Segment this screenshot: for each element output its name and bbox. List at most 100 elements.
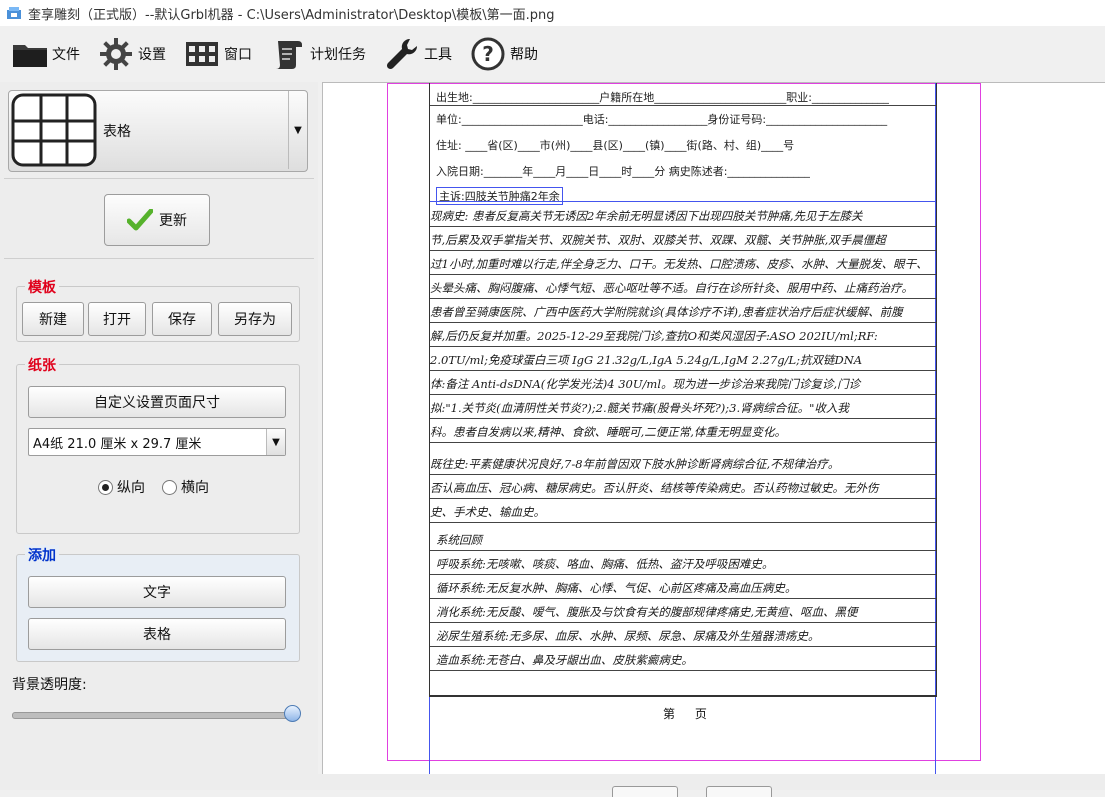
menu-tools[interactable]: 工具 [382, 34, 452, 74]
divider [430, 322, 936, 323]
landscape-label: 横向 [181, 480, 209, 496]
divider [4, 178, 314, 179]
window-icon [182, 36, 222, 72]
add-text-label: 文字 [143, 585, 171, 601]
handwritten-line: 节,后累及双手掌指关节、双腕关节、双肘、双膝关节、双踝、双髋、关节肿胀,双手晨僵… [430, 233, 886, 247]
add-table-button[interactable]: 表格 [28, 618, 286, 650]
divider [430, 105, 936, 106]
opacity-slider-thumb[interactable] [284, 705, 301, 722]
update-button-label: 更新 [159, 213, 187, 229]
menu-help[interactable]: ? 帮助 [468, 34, 538, 74]
add-text-button[interactable]: 文字 [28, 576, 286, 608]
portrait-radio[interactable]: 纵向 [98, 477, 145, 497]
divider [430, 394, 936, 395]
handwritten-line: 现病史: 患者反复高关节无诱因2年余前无明显诱因下出现四肢关节肿痛,先见于左膝关 [430, 209, 863, 223]
handwritten-line: 史、手术史、输血史。 [430, 505, 545, 519]
add-table-label: 表格 [143, 627, 171, 643]
title-bar: 奎享雕刻（正式版）--默认Grbl机器 - C:\Users\Administr… [0, 0, 1105, 26]
status-button-2[interactable] [706, 786, 772, 797]
opacity-label: 背景透明度: [12, 677, 87, 693]
paper-group-title: 纸张 [25, 355, 59, 375]
divider [430, 574, 936, 575]
divider [430, 346, 936, 347]
handwritten-line: 呼吸系统:无咳嗽、咳痰、咯血、胸痛、低热、盗汗及呼吸困难史。 [436, 557, 774, 571]
handwritten-line: 患者曾至骑康医院、广西中医药大学附院就诊(具体诊疗不详),患者症状治疗后症状缓解… [430, 305, 903, 319]
save-button-label: 保存 [168, 312, 196, 328]
divider [430, 250, 936, 251]
divider [430, 622, 936, 623]
save-as-button[interactable]: 另存为 [218, 302, 292, 336]
divider [4, 258, 314, 259]
open-button-label: 打开 [103, 312, 131, 328]
opacity-slider-track[interactable] [12, 712, 298, 719]
menu-window-label: 窗口 [224, 47, 252, 63]
scroll-icon [268, 36, 308, 72]
tool-type-value: 表格 [103, 124, 131, 140]
wrench-icon [382, 36, 422, 72]
tool-type-select[interactable]: 表格 ▼ [8, 90, 308, 172]
svg-text:?: ? [482, 42, 494, 66]
paper-size-value: A4纸 21.0 厘米 x 29.7 厘米 [33, 436, 202, 452]
handwritten-line: 拟:"1.关节炎(血清阴性关节炎?);2.髋关节痛(股骨头坏死?);3.肾病综合… [430, 401, 849, 415]
help-icon: ? [468, 36, 508, 72]
landscape-radio[interactable]: 横向 [162, 477, 209, 497]
new-button[interactable]: 新建 [22, 302, 84, 336]
open-button[interactable]: 打开 [88, 302, 146, 336]
menu-help-label: 帮助 [510, 47, 538, 63]
handwritten-line: 头晕头痛、胸闷腹痛、心悸气短、恶心呕吐等不适。自行在诊所针灸、服用中药、止痛药治… [430, 281, 913, 295]
chief-complaint-text[interactable]: 主诉:四肢关节肿痛2年余 [436, 187, 563, 205]
custom-page-size-button[interactable]: 自定义设置页面尺寸 [28, 386, 286, 418]
handwritten-line: 泌尿生殖系统:无多尿、血尿、水肿、尿频、尿急、尿痛及外生殖器溃疡史。 [436, 629, 820, 643]
checkmark-icon [127, 209, 153, 231]
menu-tools-label: 工具 [424, 47, 452, 63]
menu-settings[interactable]: 设置 [96, 34, 166, 74]
status-bar [0, 774, 1105, 790]
design-canvas[interactable]: 出生地:_______________________户籍所在地________… [322, 82, 1105, 775]
handwritten-line: 解,后仍反复并加重。2025-12-29至我院门诊,查抗O和类风湿因子:ASO … [430, 329, 878, 343]
menu-file[interactable]: 文件 [10, 34, 80, 74]
handwritten-line: 2.0TU/ml;免疫球蛋白三项 IgG 21.32g/L,IgA 5.24g/… [430, 353, 863, 367]
handwritten-line: 否认高血压、冠心病、糖尿病史。否认肝炎、结核等传染病史。否认药物过敏史。无外伤 [430, 481, 879, 495]
custom-page-size-label: 自定义设置页面尺寸 [94, 395, 220, 411]
form-line: 入院日期:_______年____月____日____时____分 病史陈述者:… [436, 165, 810, 178]
table-grid-icon [11, 93, 97, 167]
chevron-down-icon[interactable]: ▼ [266, 429, 285, 455]
chevron-down-icon[interactable]: ▼ [288, 91, 307, 169]
menu-settings-label: 设置 [138, 47, 166, 63]
divider [430, 370, 936, 371]
handwritten-line: 循环系统:无反复水肿、胸痛、心悸、气促、心前区疼痛及高血压病史。 [436, 581, 797, 595]
status-button-1[interactable] [612, 786, 678, 797]
menu-scheduled-tasks[interactable]: 计划任务 [268, 34, 366, 74]
divider [430, 670, 936, 671]
divider [430, 598, 936, 599]
menu-scheduled-tasks-label: 计划任务 [310, 47, 366, 63]
menu-window[interactable]: 窗口 [182, 34, 252, 74]
divider [430, 498, 936, 499]
handwritten-line: 消化系统:无反酸、嗳气、腹胀及与饮食有关的腹部规律疼痛史,无黄疸、呕血、黑便 [436, 605, 858, 619]
handwritten-line: 科。患者自发病以来,精神、食欲、睡眠可,二便正常,体重无明显变化。 [430, 425, 786, 439]
divider [430, 226, 936, 227]
portrait-label: 纵向 [117, 480, 145, 496]
divider [430, 274, 936, 275]
handwritten-line: 系统回顾 [436, 533, 482, 547]
divider [430, 550, 936, 551]
folder-icon [10, 36, 50, 72]
selection-guide [430, 201, 936, 202]
app-icon [7, 7, 21, 19]
window-title: 奎享雕刻（正式版）--默认Grbl机器 - C:\Users\Administr… [28, 7, 555, 23]
save-button[interactable]: 保存 [152, 302, 212, 336]
form-line: 住址: ____省(区)____市(州)____县(区)____(镇)____街… [436, 139, 795, 152]
update-button[interactable]: 更新 [104, 194, 210, 246]
divider [430, 474, 936, 475]
divider [430, 522, 936, 523]
handwritten-line: 造血系统:无苍白、鼻及牙龈出血、皮肤紫癜病史。 [436, 653, 693, 667]
form-line: 出生地:_______________________户籍所在地________… [436, 91, 889, 104]
divider [430, 298, 936, 299]
divider [430, 442, 936, 443]
page-number-label: 第 页 [663, 707, 715, 721]
handwritten-line: 既往史:平素健康状况良好,7-8年前曾因双下肢水肿诊断肾病综合征,不规律治疗。 [430, 457, 840, 471]
new-button-label: 新建 [39, 312, 67, 328]
template-group-title: 模板 [25, 277, 59, 297]
divider [430, 646, 936, 647]
paper-size-select[interactable]: A4纸 21.0 厘米 x 29.7 厘米 ▼ [28, 428, 286, 456]
